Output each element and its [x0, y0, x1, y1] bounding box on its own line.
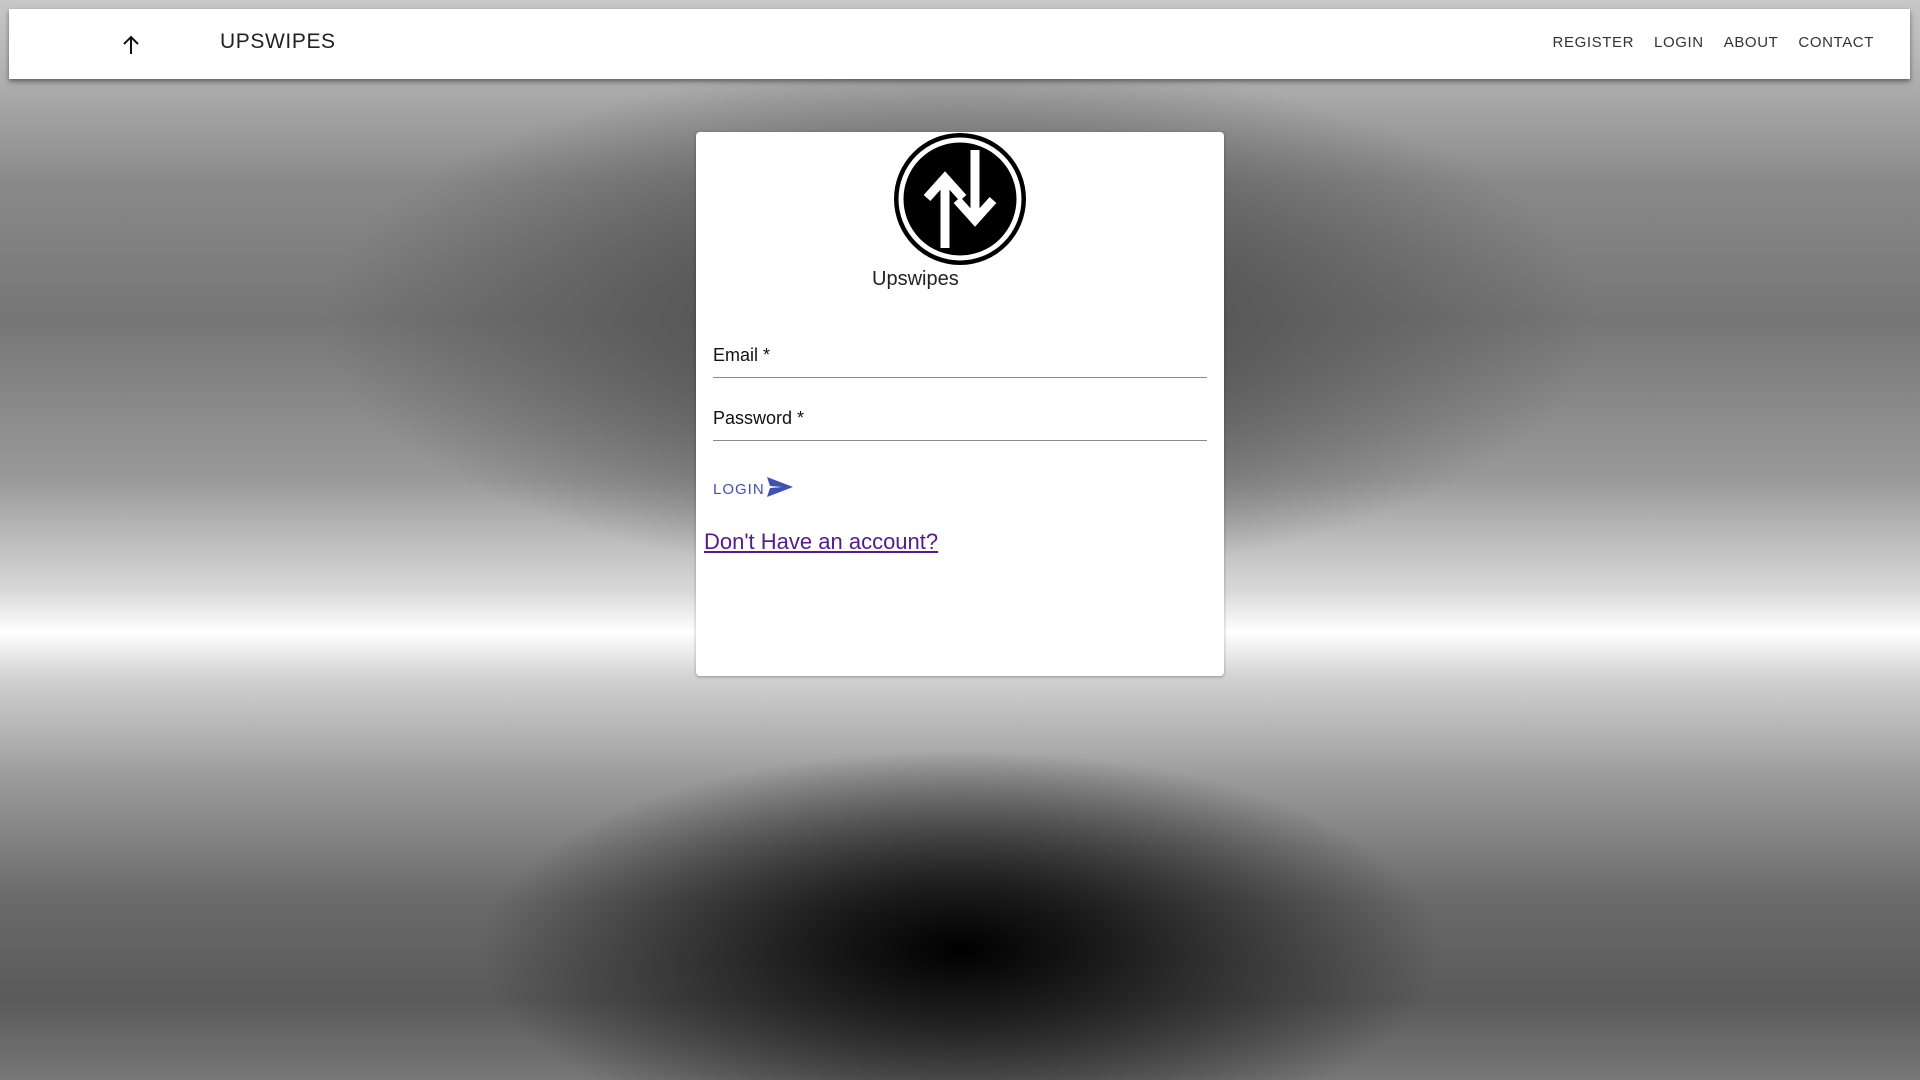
login-button[interactable]: LOGIN [713, 477, 793, 501]
logo-caption: Upswipes [872, 268, 959, 290]
nav-register-link[interactable]: REGISTER [1543, 33, 1644, 53]
password-input[interactable] [713, 408, 1211, 442]
nav-contact-link[interactable]: CONTACT [1788, 33, 1884, 53]
nav-about-link[interactable]: ABOUT [1714, 33, 1789, 53]
app-bar: UPSWIPES REGISTER LOGIN ABOUT CONTACT [9, 9, 1910, 79]
login-card: Upswipes Email * Password * LOGIN Don't … [696, 132, 1224, 676]
email-input[interactable] [713, 345, 1211, 379]
arrow-up-icon[interactable] [119, 33, 143, 57]
email-field[interactable]: Email * [713, 345, 1211, 379]
password-field[interactable]: Password * [713, 408, 1211, 442]
nav-login-link[interactable]: LOGIN [1644, 33, 1714, 53]
login-button-label: LOGIN [713, 480, 765, 498]
up-down-arrows-circle-icon [893, 132, 1027, 266]
send-icon [766, 477, 793, 501]
top-nav: REGISTER LOGIN ABOUT CONTACT [1543, 33, 1884, 53]
brand-title: UPSWIPES [220, 30, 336, 53]
register-link[interactable]: Don't Have an account? [704, 529, 938, 555]
